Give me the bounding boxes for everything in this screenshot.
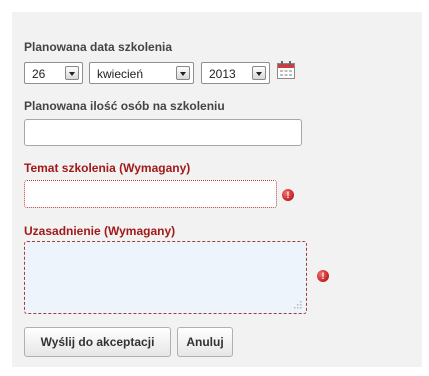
- topic-input[interactable]: [24, 180, 277, 208]
- justification-textarea[interactable]: [24, 241, 307, 314]
- chevron-down-icon[interactable]: [252, 66, 266, 80]
- date-label: Planowana data szkolenia: [24, 40, 173, 54]
- calendar-icon[interactable]: [276, 60, 296, 80]
- resize-grip-icon[interactable]: [294, 301, 302, 309]
- month-select[interactable]: kwiecień: [89, 62, 194, 84]
- people-label: Planowana ilość osób na szkoleniu: [24, 99, 225, 113]
- topic-label: Temat szkolenia (Wymagany): [24, 161, 191, 175]
- chevron-down-icon[interactable]: [176, 66, 190, 80]
- year-select[interactable]: 2013: [201, 62, 270, 84]
- error-icon: !: [317, 270, 329, 282]
- month-select-value: kwiecień: [97, 67, 144, 81]
- cancel-button[interactable]: Anuluj: [177, 327, 233, 357]
- chevron-down-icon[interactable]: [65, 66, 79, 80]
- error-icon: !: [282, 189, 294, 201]
- people-input[interactable]: [24, 119, 302, 146]
- justification-label: Uzasadnienie (Wymagany): [24, 224, 176, 238]
- day-select[interactable]: 26: [24, 62, 83, 84]
- submit-button[interactable]: Wyślij do akceptacji: [24, 327, 171, 357]
- day-select-value: 26: [32, 67, 46, 81]
- year-select-value: 2013: [209, 67, 236, 81]
